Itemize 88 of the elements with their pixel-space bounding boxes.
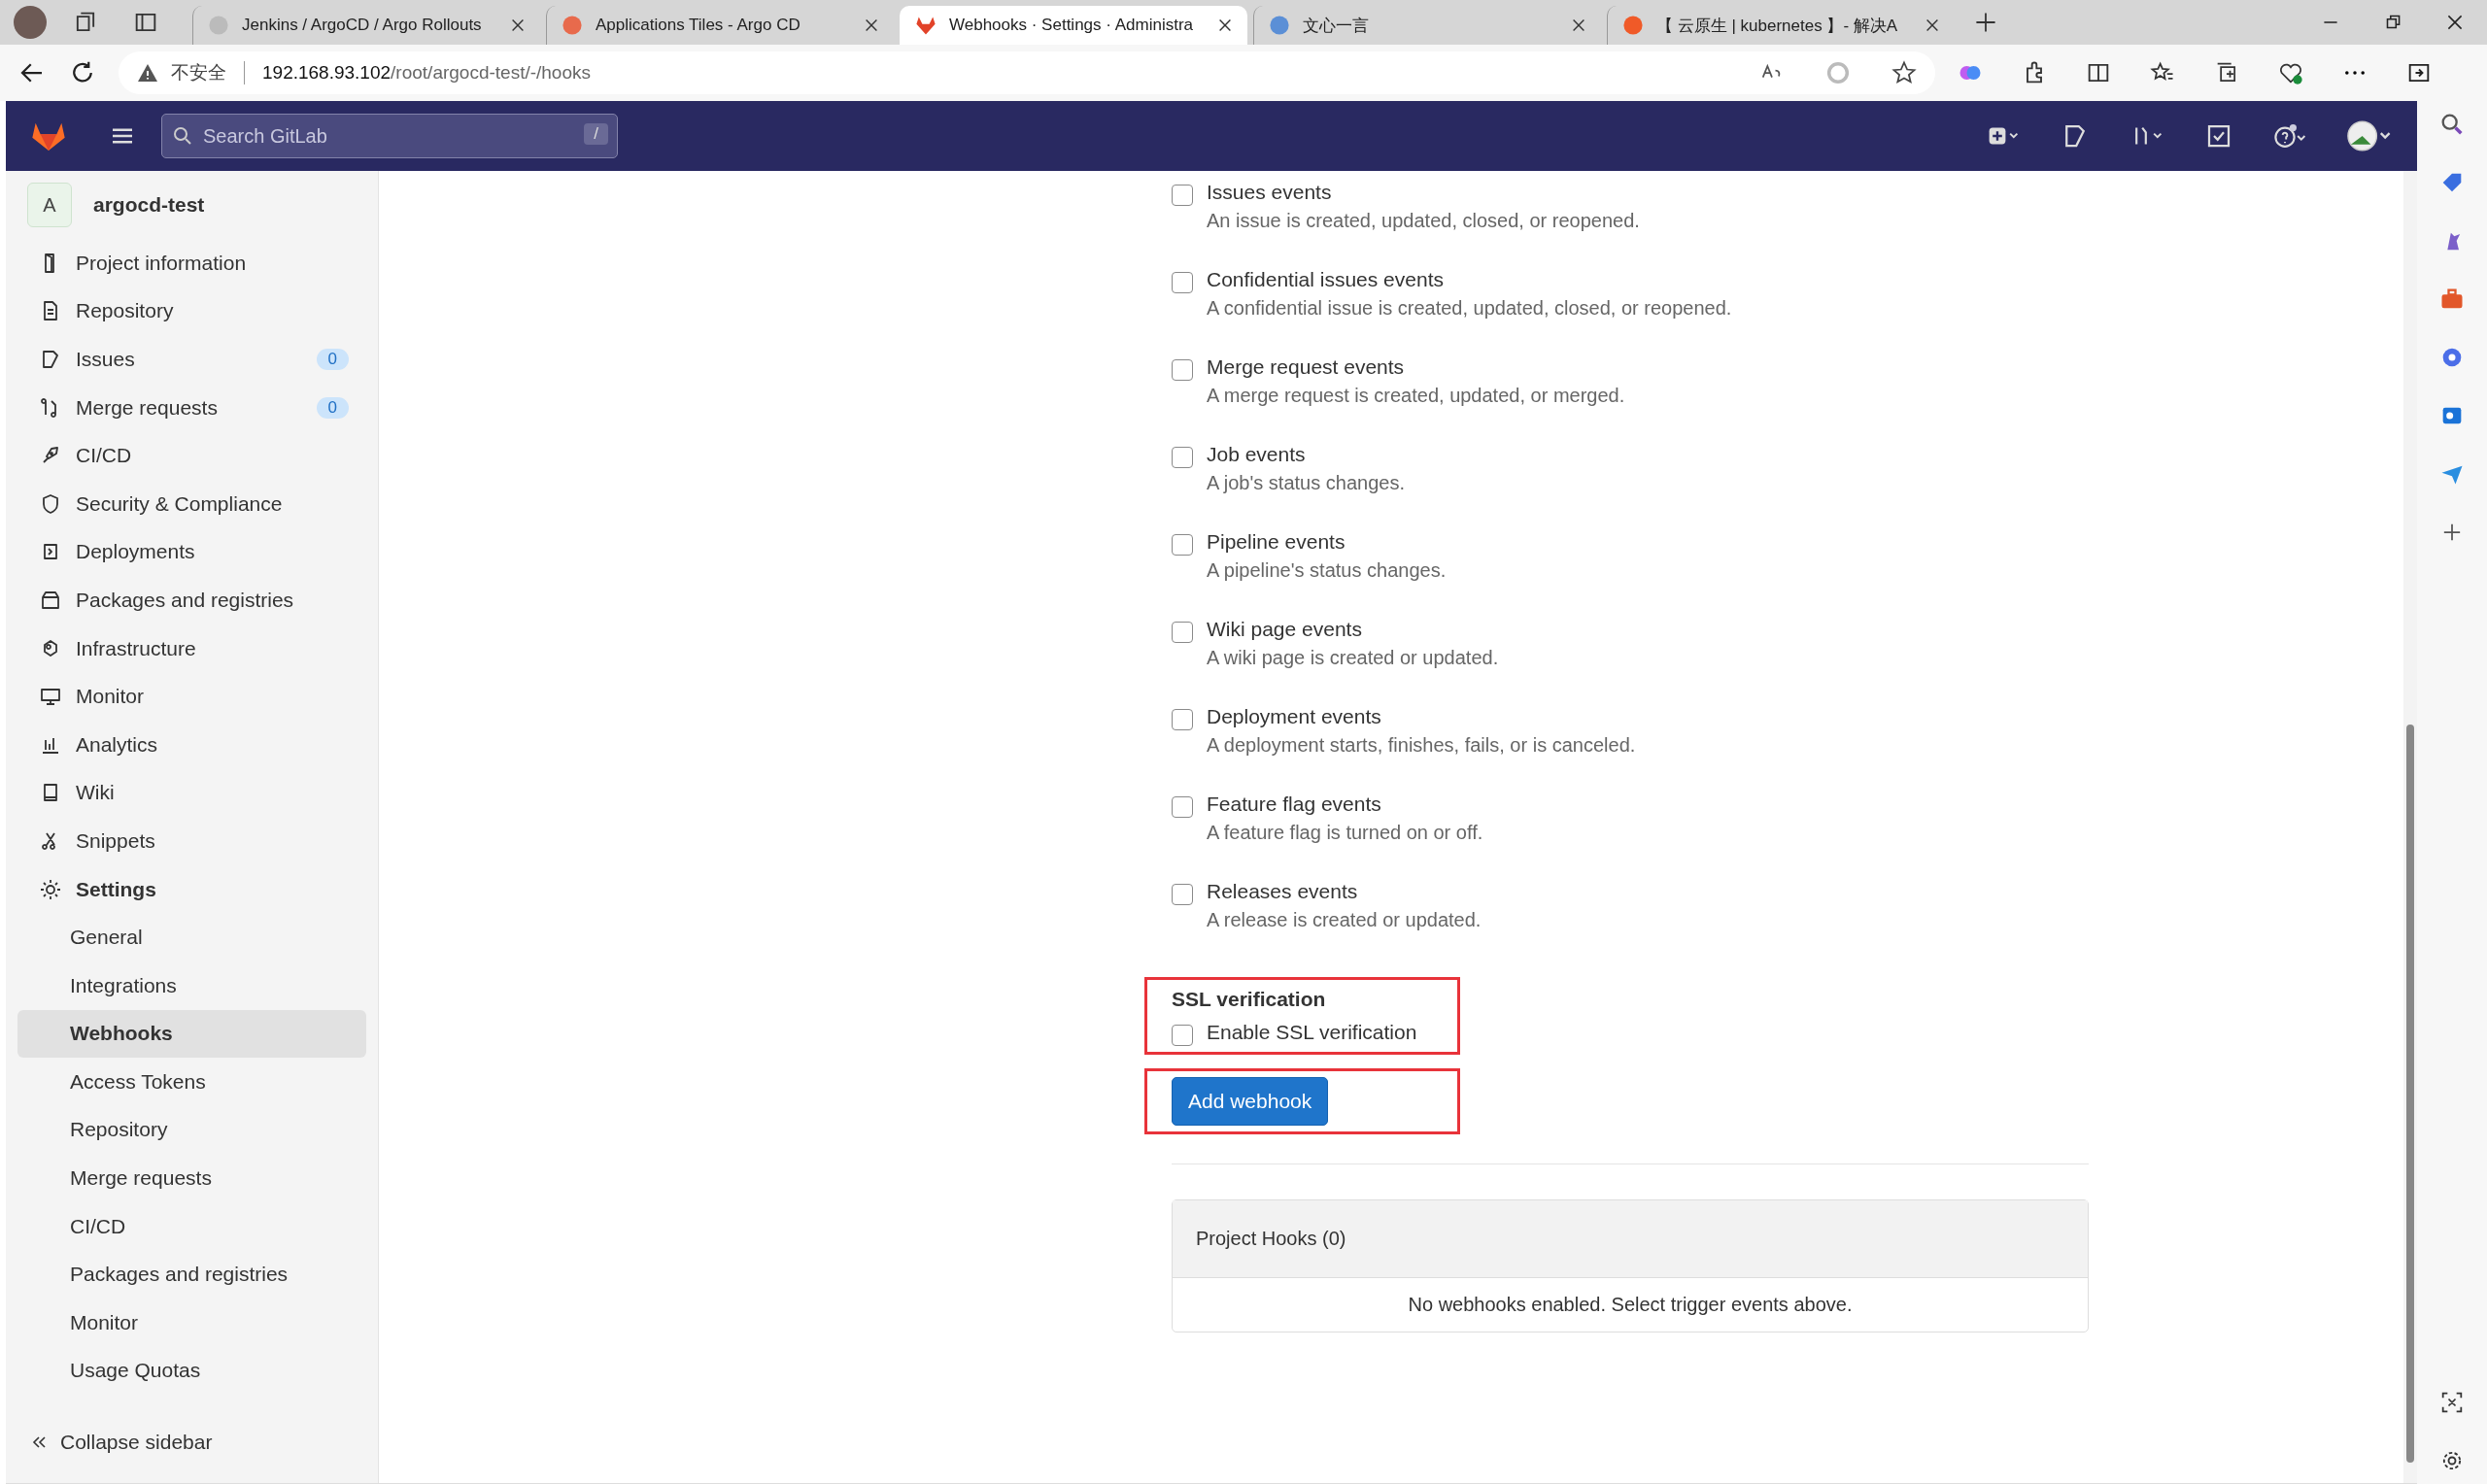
- sidebar-item[interactable]: Settings: [17, 864, 366, 914]
- checkbox[interactable]: [1172, 272, 1193, 293]
- sidebar-subitem[interactable]: Integrations: [17, 961, 366, 1010]
- event-description: A job's status changes.: [1207, 472, 1405, 494]
- scroll-thumb[interactable]: [2406, 725, 2414, 1463]
- sidebar-subitem[interactable]: Usage Quotas: [17, 1346, 366, 1396]
- browser-tab[interactable]: Webhooks · Settings · Administra: [900, 6, 1247, 45]
- sidebar-item[interactable]: Deployments: [17, 527, 366, 577]
- sidebar-item[interactable]: Issues 0: [17, 335, 366, 384]
- sidebar-item[interactable]: Project information: [17, 239, 366, 287]
- checkbox[interactable]: [1172, 709, 1193, 730]
- project-name[interactable]: argocd-test: [93, 193, 205, 217]
- close-icon[interactable]: [863, 17, 880, 34]
- address-bar[interactable]: 不安全 192.168.93.102/root/argocd-test/-/hooks: [119, 51, 1935, 94]
- event-description: A confidential issue is created, updated, closed, or reopened.: [1207, 297, 1732, 320]
- checkbox[interactable]: [1172, 534, 1193, 556]
- security-warning: 不安全: [171, 61, 226, 84]
- event-label: Feature flag events: [1207, 793, 1382, 816]
- section-heading: SSL verification: [1172, 988, 1327, 1011]
- sidebar-subitem[interactable]: General: [17, 913, 366, 961]
- sidebar-subitem[interactable]: Access Tokens: [17, 1058, 366, 1106]
- sidebar-item[interactable]: Security & Compliance: [17, 479, 366, 528]
- sidebar-subitem[interactable]: Webhooks: [17, 1009, 366, 1059]
- shortcut-key: /: [584, 123, 608, 145]
- close-icon[interactable]: [1570, 17, 1587, 34]
- help-icon[interactable]: [2273, 121, 2308, 151]
- add-webhook-button[interactable]: Add webhook: [1172, 1077, 1329, 1126]
- tab-title: 【 云原生 | kubernetes 】- 解决A: [1656, 15, 1899, 37]
- checkbox[interactable]: [1172, 622, 1193, 643]
- event-description: An issue is created, updated, closed, or reopened.: [1207, 210, 1640, 232]
- sidebar-item[interactable]: Analytics: [17, 720, 366, 769]
- checkbox-label: Enable SSL verification: [1207, 1021, 1417, 1045]
- panel-title: Project Hooks (0): [1196, 1228, 1346, 1249]
- nav-icon: [39, 877, 62, 901]
- checkbox[interactable]: [1172, 884, 1193, 905]
- checkbox[interactable]: [1172, 796, 1193, 818]
- tab-favicon-icon: [561, 14, 584, 37]
- event-label: Releases events: [1207, 880, 1359, 903]
- tab-favicon-icon: [1621, 14, 1645, 37]
- checkbox[interactable]: [1172, 447, 1193, 468]
- empty-message: No webhooks enabled. Select trigger events above.: [1408, 1294, 1853, 1315]
- close-icon[interactable]: [1216, 17, 1234, 34]
- profile-avatar[interactable]: [14, 6, 47, 39]
- count-badge: 0: [316, 349, 349, 370]
- event-description: A wiki page is created or updated.: [1207, 647, 1499, 669]
- event-label: Confidential issues events: [1207, 268, 1445, 291]
- sidebar-subitem[interactable]: Monitor: [17, 1298, 366, 1347]
- tab-title: Jenkins / ArgoCD / Argo Rollouts: [242, 16, 483, 35]
- event-label: Pipeline events: [1207, 530, 1346, 554]
- tab-title: Webhooks · Settings · Administra: [949, 16, 1194, 35]
- event-description: A pipeline's status changes.: [1207, 559, 1447, 582]
- event-label: Merge request events: [1207, 355, 1406, 379]
- favorite-star-icon[interactable]: [1891, 59, 1918, 86]
- event-description: A merge request is created, updated, or merged.: [1207, 385, 1625, 407]
- sidebar-subitem[interactable]: Merge requests: [17, 1154, 366, 1202]
- sidebar-item[interactable]: Infrastructure: [17, 624, 366, 673]
- checkbox[interactable]: [1172, 185, 1193, 206]
- sidebar-item[interactable]: Monitor: [17, 672, 366, 721]
- sidebar-item[interactable]: Repository: [17, 287, 366, 336]
- tab-favicon-icon: [207, 14, 230, 37]
- event-label: Issues events: [1207, 181, 1333, 204]
- event-description: A feature flag is turned on or off.: [1207, 822, 1483, 844]
- event-description: A release is created or updated.: [1207, 909, 1482, 931]
- new-tab-icon[interactable]: [1974, 11, 1997, 34]
- checkbox[interactable]: [1172, 359, 1193, 381]
- sidebar-item[interactable]: Wiki: [17, 768, 366, 818]
- project-avatar[interactable]: A: [27, 183, 72, 227]
- sidebar-item[interactable]: Snippets: [17, 817, 366, 865]
- event-label: Deployment events: [1207, 705, 1382, 728]
- tab-title: 文心一言: [1303, 15, 1370, 37]
- sidebar-item[interactable]: Merge requests 0: [17, 383, 366, 432]
- checkbox[interactable]: [1172, 1025, 1193, 1046]
- tab-title: Applications Tiles - Argo CD: [596, 16, 801, 35]
- scrollbar[interactable]: [2403, 171, 2417, 1483]
- url-text: 192.168.93.102/root/argocd-test/-/hooks: [262, 62, 591, 84]
- close-icon[interactable]: [1924, 17, 1941, 34]
- tab-favicon-icon: [1268, 14, 1291, 37]
- sidebar-item[interactable]: Packages and registries: [17, 576, 366, 624]
- count-badge: 0: [316, 396, 349, 419]
- event-description: A deployment starts, finishes, fails, or is canceled.: [1207, 734, 1636, 757]
- collapse-sidebar-button[interactable]: Collapse sidebar: [17, 1431, 366, 1475]
- sidebar-item[interactable]: CI/CD: [17, 431, 366, 480]
- event-label: Job events: [1207, 443, 1307, 466]
- sidebar-subitem[interactable]: CI/CD: [17, 1201, 366, 1251]
- event-label: Wiki page events: [1207, 618, 1363, 641]
- close-icon[interactable]: [509, 17, 527, 34]
- sidebar-subitem[interactable]: Packages and registries: [17, 1250, 366, 1299]
- sidebar-subitem[interactable]: Repository: [17, 1105, 366, 1155]
